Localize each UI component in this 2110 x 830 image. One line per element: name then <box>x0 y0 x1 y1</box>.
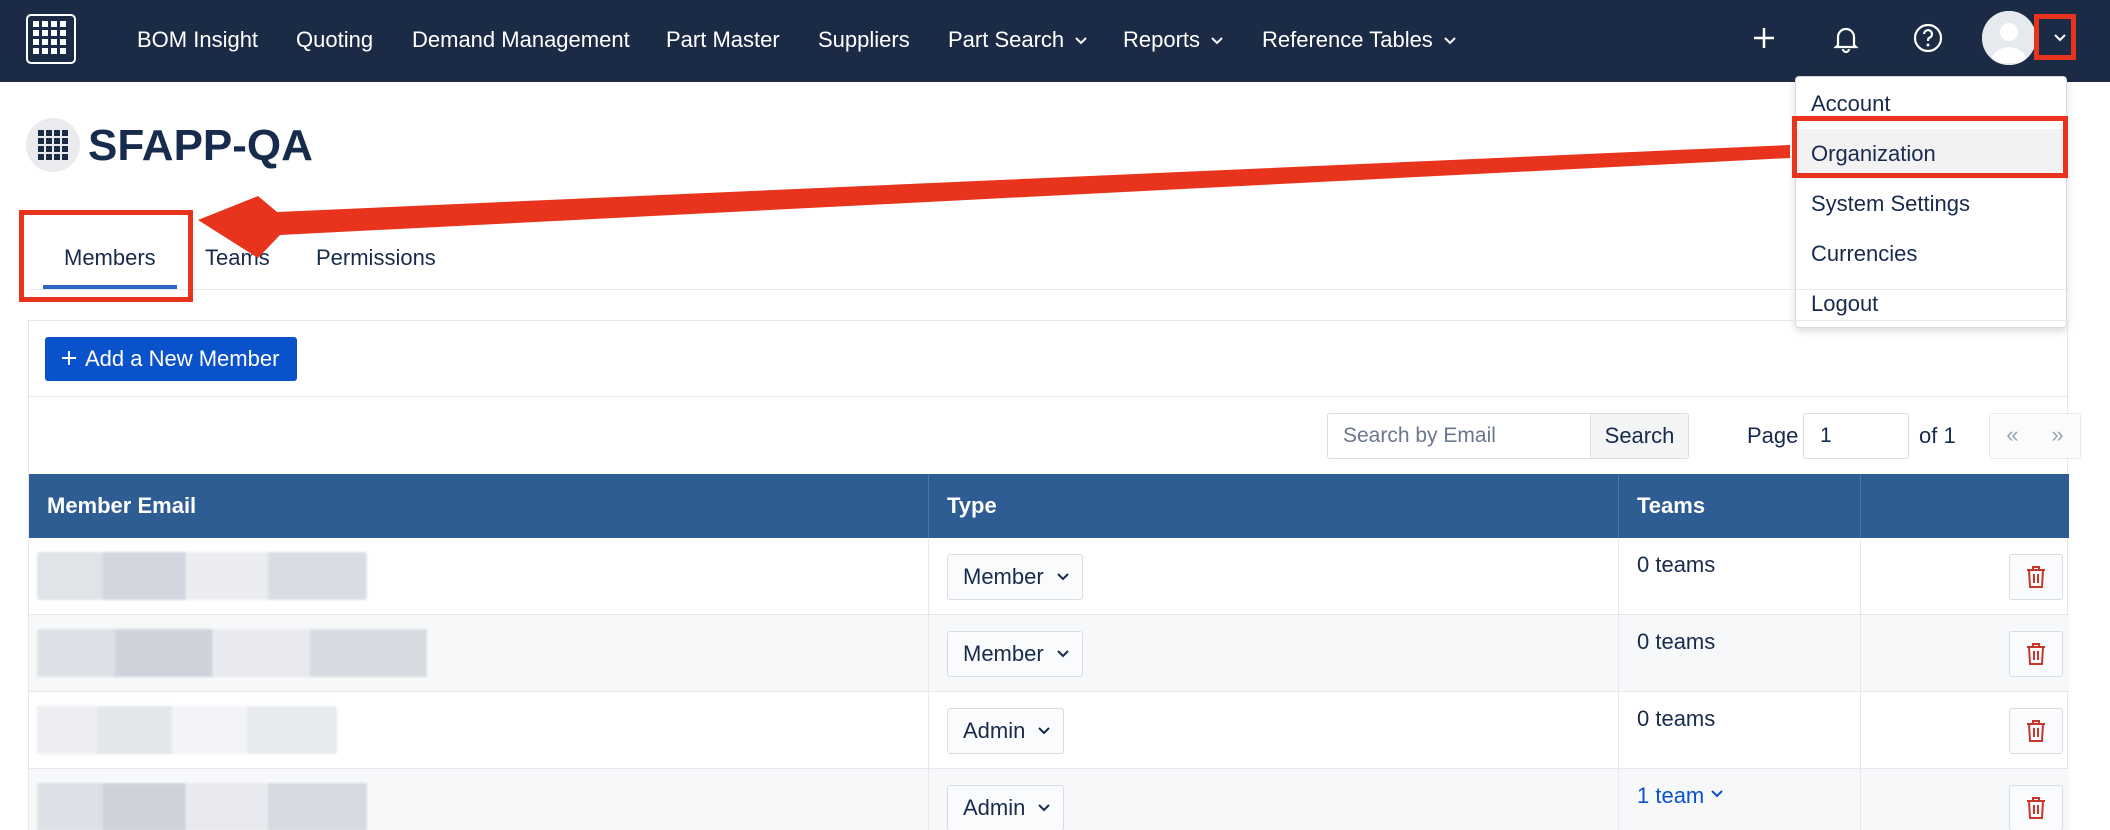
next-page-button[interactable]: » <box>2035 414 2080 458</box>
trash-icon <box>2027 720 2045 742</box>
type-value: Member <box>963 641 1044 666</box>
column-header-actions <box>1861 474 2069 538</box>
type-cell: Admin <box>929 769 1619 830</box>
email-cell <box>29 538 929 615</box>
column-header-email[interactable]: Member Email <box>29 474 929 538</box>
delete-member-button[interactable] <box>2009 554 2063 600</box>
chevron-down-icon <box>1074 34 1088 48</box>
organization-logo-icon <box>26 118 80 172</box>
pagination-controls: « » <box>1989 413 2081 459</box>
add-member-label: Add a New Member <box>85 346 280 371</box>
column-header-type[interactable]: Type <box>929 474 1619 538</box>
type-select[interactable]: Member <box>947 554 1083 600</box>
search-group: Search <box>1327 413 1689 459</box>
delete-member-button[interactable] <box>2009 708 2063 754</box>
user-menu-dropdown: Account Organization System Settings Cur… <box>1795 76 2067 328</box>
nav-label: Part Master <box>666 27 780 52</box>
members-panel: Add a New Member Search Page 1 of 1 « » … <box>28 320 2081 830</box>
trash-icon <box>2027 643 2045 665</box>
table-row: Member 0 teams <box>29 615 2069 692</box>
table-header: Member Email Type Teams <box>29 474 2069 538</box>
table-row: Member 0 teams <box>29 538 2069 615</box>
panel-toolbar: Add a New Member <box>29 321 2067 397</box>
nav-reference-tables[interactable]: Reference Tables <box>1262 22 1457 58</box>
teams-count: 0 teams <box>1637 706 1716 731</box>
page-label: Page <box>1747 423 1799 448</box>
redacted-email <box>37 706 337 754</box>
chevron-down-icon <box>1056 647 1070 661</box>
nav-part-search[interactable]: Part Search <box>948 22 1088 58</box>
chevron-down-icon <box>1443 34 1457 48</box>
nav-label: Demand Management <box>412 27 630 52</box>
page-number-input[interactable]: 1 <box>1803 413 1909 459</box>
column-header-teams[interactable]: Teams <box>1619 474 1861 538</box>
teams-link[interactable]: 1 team <box>1637 783 1724 809</box>
teams-cell: 0 teams <box>1619 615 1861 692</box>
search-button[interactable]: Search <box>1590 414 1688 458</box>
prev-page-button[interactable]: « <box>1990 414 2035 458</box>
delete-member-button[interactable] <box>2009 631 2063 677</box>
tab-permissions[interactable]: Permissions <box>316 240 436 276</box>
email-cell <box>29 692 929 769</box>
trash-icon <box>2027 566 2045 588</box>
nav-quoting[interactable]: Quoting <box>296 22 373 58</box>
email-cell <box>29 615 929 692</box>
teams-link-label: 1 team <box>1637 783 1705 808</box>
annotation-highlight-avatar-menu <box>2034 14 2076 60</box>
trash-icon <box>2027 797 2045 819</box>
teams-cell: 0 teams <box>1619 538 1861 615</box>
nav-demand-management[interactable]: Demand Management <box>412 22 630 58</box>
page-title: SFAPP-QA <box>88 121 313 170</box>
plus-icon[interactable] <box>1744 18 1784 58</box>
plus-icon <box>61 350 77 366</box>
teams-cell: 0 teams <box>1619 692 1861 769</box>
redacted-email <box>37 552 367 600</box>
redacted-email <box>37 629 427 677</box>
chevron-down-icon <box>1210 34 1224 48</box>
chevron-down-icon <box>1037 801 1051 815</box>
search-email-input[interactable] <box>1328 414 1590 458</box>
chevron-down-icon <box>1710 787 1724 801</box>
type-cell: Member <box>929 615 1619 692</box>
type-select[interactable]: Member <box>947 631 1083 677</box>
app-logo-icon[interactable] <box>26 14 76 64</box>
nav-label: Quoting <box>296 27 374 52</box>
tab-bar: Members Teams Permissions <box>28 210 2068 290</box>
email-cell <box>29 769 929 830</box>
avatar[interactable] <box>1982 11 2036 65</box>
top-navigation-bar: BOM Insight Quoting Demand Management Pa… <box>0 0 2110 82</box>
type-value: Admin <box>963 718 1026 743</box>
nav-label: Suppliers <box>818 27 910 52</box>
nav-label: Reference Tables <box>1262 27 1433 52</box>
type-value: Member <box>963 564 1044 589</box>
bell-icon[interactable] <box>1826 18 1866 58</box>
type-cell: Admin <box>929 692 1619 769</box>
table-row: Admin 1 team <box>29 769 2069 830</box>
nav-reports[interactable]: Reports <box>1123 22 1224 58</box>
tab-teams[interactable]: Teams <box>205 240 270 276</box>
nav-suppliers[interactable]: Suppliers <box>818 22 910 58</box>
nav-bom-insight[interactable]: BOM Insight <box>137 22 258 58</box>
nav-label: Part Search <box>948 27 1065 52</box>
nav-part-master[interactable]: Part Master <box>666 22 780 58</box>
help-icon[interactable] <box>1908 18 1948 58</box>
type-select[interactable]: Admin <box>947 785 1065 830</box>
chevron-down-icon <box>1037 724 1051 738</box>
type-cell: Member <box>929 538 1619 615</box>
teams-count: 0 teams <box>1637 629 1716 654</box>
chevron-down-icon <box>1056 570 1070 584</box>
nav-label: BOM Insight <box>137 27 259 52</box>
annotation-highlight-members-tab <box>19 210 193 302</box>
annotation-highlight-organization <box>1792 116 2068 178</box>
nav-label: Reports <box>1123 27 1201 52</box>
page-count-label: of 1 <box>1919 423 1956 448</box>
redacted-email <box>37 783 367 830</box>
table-row: Admin 0 teams <box>29 692 2069 769</box>
add-member-button[interactable]: Add a New Member <box>45 337 297 381</box>
teams-count: 0 teams <box>1637 552 1716 577</box>
type-value: Admin <box>963 795 1026 820</box>
delete-member-button[interactable] <box>2009 785 2063 830</box>
type-select[interactable]: Admin <box>947 708 1065 754</box>
teams-cell: 1 team <box>1619 769 1861 830</box>
